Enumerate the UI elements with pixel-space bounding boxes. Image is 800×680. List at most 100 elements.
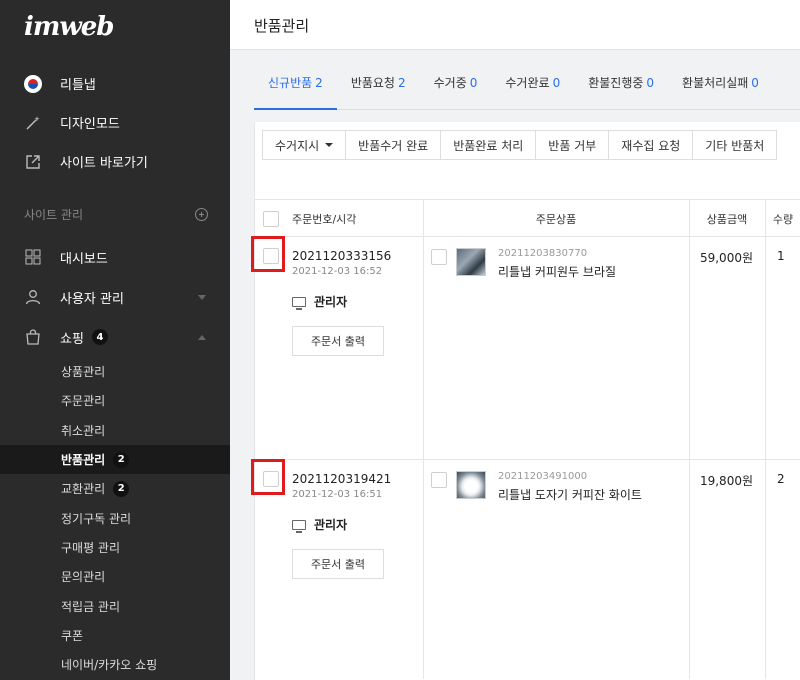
shopping-subnav: 상품관리 주문관리 취소관리 반품관리 2 교환관리 2 정기구독 관리 구매평 관… xyxy=(0,357,230,679)
tab-collected[interactable]: 수거완료 0 xyxy=(491,62,574,109)
sidebar-item-label: 취소관리 xyxy=(61,423,106,438)
sidebar-item-returns[interactable]: 반품관리 2 xyxy=(0,444,230,475)
sidebar-item-visit-site[interactable]: 사이트 바로가기 xyxy=(0,142,230,181)
row-checkbox[interactable] xyxy=(263,471,279,487)
sidebar-item-label: 대시보드 xyxy=(60,251,108,267)
tab-label: 수거중 xyxy=(433,76,467,90)
orderer-name: 관리자 xyxy=(314,518,348,532)
collection-complete-button[interactable]: 반품수거 완료 xyxy=(345,130,442,160)
tab-refund-in-progress[interactable]: 환불진행중 0 xyxy=(574,62,668,109)
tab-new-returns[interactable]: 신규반품 2 xyxy=(254,62,337,110)
button-label: 기타 반품처 xyxy=(705,138,765,153)
product-thumbnail[interactable] xyxy=(456,471,486,499)
order-number[interactable]: 2021120333156 xyxy=(292,249,391,263)
sidebar-item-cancellations[interactable]: 취소관리 xyxy=(0,416,230,445)
order-time: 2021-12-03 16:52 xyxy=(292,266,383,277)
button-label: 반품 거부 xyxy=(548,138,597,153)
sidebar-item-label: 사용자 관리 xyxy=(60,291,124,307)
table-row: 2021120319421 2021-12-03 16:51 관리자 주문서 출… xyxy=(251,459,800,680)
tab-count: 2 xyxy=(315,76,323,90)
tab-collecting[interactable]: 수거중 0 xyxy=(420,62,492,109)
sidebar-item-users[interactable]: 사용자 관리 xyxy=(0,277,230,317)
chevron-up-icon xyxy=(198,334,206,340)
button-label: 반품수거 완료 xyxy=(358,138,429,153)
tab-label: 환불처리실패 xyxy=(682,76,749,90)
sidebar-item-reviews[interactable]: 구매평 관리 xyxy=(0,533,230,562)
page-header: 반품관리 xyxy=(230,0,800,50)
sidebar-item-label: 교환관리 xyxy=(61,482,106,497)
other-return-button[interactable]: 기타 반품처 xyxy=(692,130,778,160)
dashboard-grid-icon xyxy=(24,248,42,266)
sidebar-item-label: 쿠폰 xyxy=(61,628,84,643)
product-code: 20211203830770 xyxy=(498,248,588,259)
button-label: 수거지시 xyxy=(275,138,320,153)
tab-label: 반품요청 xyxy=(350,76,395,90)
sidebar-item-points[interactable]: 적립금 관리 xyxy=(0,591,230,620)
column-header-product: 주문상품 xyxy=(535,213,577,226)
product-name[interactable]: 리틀냅 커피원두 브라질 xyxy=(498,263,616,280)
action-toolbar: 수거지시 반품수거 완료 반품완료 처리 반품 거부 재수집 요청 기타 반품처 xyxy=(262,130,778,160)
count-badge: 2 xyxy=(113,451,130,468)
status-tabs: 신규반품 2 반품요청 2 수거중 0 수거완료 0 환불진행중 0 환불처리실패 0 xyxy=(254,62,800,110)
product-price: 59,000원 xyxy=(699,251,753,265)
count-badge: 2 xyxy=(113,480,130,497)
sidebar-item-label: 사이트 바로가기 xyxy=(60,156,148,171)
sidebar-top-nav: 리틀냅 디자인모드 사이트 바로가기 xyxy=(0,64,230,181)
print-order-button[interactable]: 주문서 출력 xyxy=(292,549,384,579)
product-thumbnail[interactable] xyxy=(456,248,486,276)
product-quantity: 1 xyxy=(777,249,785,263)
tab-count: 0 xyxy=(646,76,655,90)
recollect-request-button[interactable]: 재수집 요청 xyxy=(608,130,694,160)
orderer-info: 관리자 xyxy=(292,516,347,533)
sidebar-item-dashboard[interactable]: 대시보드 xyxy=(0,237,230,277)
count-badge: 4 xyxy=(91,329,108,345)
returns-table: 주문번호/시각 주문상품 상품금액 수량 2021120333156 2021-… xyxy=(251,199,800,680)
external-link-icon xyxy=(24,153,42,171)
page-title: 반품관리 xyxy=(254,17,310,35)
sidebar-item-products[interactable]: 상품관리 xyxy=(0,357,230,386)
product-checkbox[interactable] xyxy=(431,249,447,265)
tab-count: 2 xyxy=(397,76,406,90)
sidebar-item-label: 주문관리 xyxy=(61,394,106,409)
select-all-cell xyxy=(263,200,279,238)
sidebar-item-shopping[interactable]: 쇼핑 4 xyxy=(0,317,230,357)
sidebar-item-subscriptions[interactable]: 정기구독 관리 xyxy=(0,503,230,532)
sidebar-item-orders[interactable]: 주문관리 xyxy=(0,386,230,415)
order-time: 2021-12-03 16:51 xyxy=(292,489,383,500)
sidebar-item-design-mode[interactable]: 디자인모드 xyxy=(0,103,230,142)
select-all-checkbox[interactable] xyxy=(263,211,279,227)
product-quantity: 2 xyxy=(777,472,785,486)
monitor-icon xyxy=(292,296,306,310)
column-header-price: 상품금액 xyxy=(706,213,748,226)
tab-refund-failed[interactable]: 환불처리실패 0 xyxy=(668,62,773,109)
tab-return-requests[interactable]: 반품요청 2 xyxy=(337,62,420,109)
tab-count: 0 xyxy=(552,76,561,90)
product-price: 19,800원 xyxy=(699,474,753,488)
korea-flag-icon xyxy=(24,74,42,93)
sidebar-item-label: 상품관리 xyxy=(61,365,106,380)
sidebar-item-naver-kakao[interactable]: 네이버/카카오 쇼핑 xyxy=(0,650,230,679)
sidebar-item-exchanges[interactable]: 교환관리 2 xyxy=(0,474,230,503)
return-reject-button[interactable]: 반품 거부 xyxy=(535,130,610,160)
plus-circle-icon[interactable] xyxy=(195,208,208,221)
sidebar-item-label: 정기구독 관리 xyxy=(61,511,132,526)
print-order-button[interactable]: 주문서 출력 xyxy=(292,326,384,356)
tab-count: 0 xyxy=(751,76,759,90)
sidebar-item-site[interactable]: 리틀냅 xyxy=(0,64,230,103)
product-name[interactable]: 리틀냅 도자기 커피잔 화이트 xyxy=(498,486,642,503)
orderer-name: 관리자 xyxy=(314,295,348,309)
sidebar-section-title: 사이트 관리 xyxy=(24,208,84,222)
imweb-logo[interactable]: imweb xyxy=(24,12,114,42)
orderer-info: 관리자 xyxy=(292,293,347,310)
product-checkbox[interactable] xyxy=(431,472,447,488)
tab-label: 환불진행중 xyxy=(588,76,644,90)
collect-order-dropdown[interactable]: 수거지시 xyxy=(262,130,347,160)
magic-wand-icon xyxy=(24,114,42,132)
sidebar-item-label: 리틀냅 xyxy=(60,78,96,93)
return-complete-button[interactable]: 반품완료 처리 xyxy=(440,130,537,160)
sidebar-item-coupons[interactable]: 쿠폰 xyxy=(0,621,230,650)
row-checkbox[interactable] xyxy=(263,248,279,264)
order-number[interactable]: 2021120319421 xyxy=(292,472,391,486)
sidebar-item-inquiries[interactable]: 문의관리 xyxy=(0,562,230,591)
sidebar-item-label: 적립금 관리 xyxy=(61,599,121,614)
